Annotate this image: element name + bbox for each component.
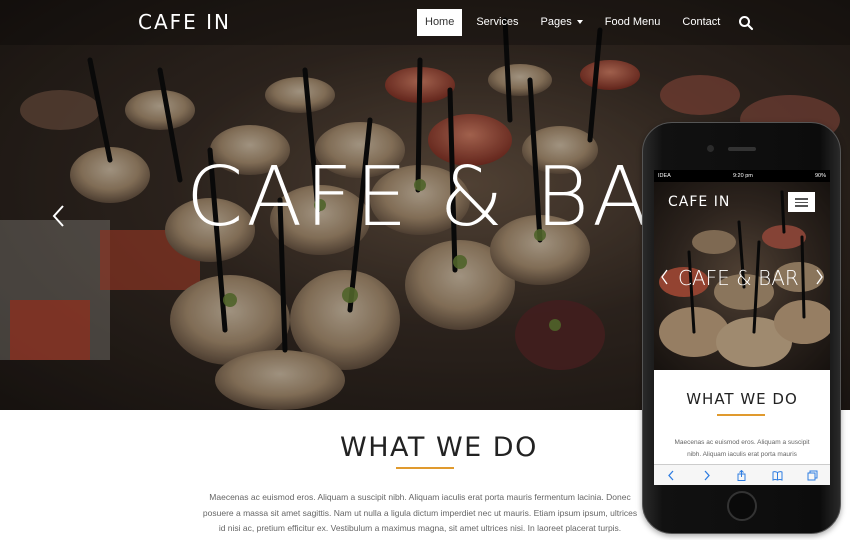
nav-home[interactable]: Home <box>417 9 463 36</box>
phone-home-button[interactable] <box>727 491 757 521</box>
phone-speaker <box>728 147 756 151</box>
section-description: Maecenas ac euismod eros. Aliquam a susc… <box>190 490 650 537</box>
nav-pages[interactable]: Pages <box>533 9 591 36</box>
hero-title: CAFE & BAR <box>186 150 712 245</box>
mobile-section-description: Maecenas ac euismod eros. Aliquam a susc… <box>654 437 830 461</box>
top-navbar: CAFE IN Home Services Pages Food Menu Co… <box>0 0 850 45</box>
share-icon[interactable] <box>736 469 747 481</box>
mobile-brand-logo[interactable]: CAFE IN <box>668 194 730 210</box>
section-title: WHAT WE DO <box>340 432 538 463</box>
status-battery: 90% <box>814 173 826 179</box>
forward-icon[interactable] <box>701 470 712 481</box>
hamburger-icon[interactable] <box>788 192 815 212</box>
phone-mockup: IDEA 9:20 pm 90% CAFE IN CAFE & BAR WHAT… <box>642 122 841 534</box>
mobile-description-line: nibh. Aliquam iaculis erat porta mauris <box>687 451 797 458</box>
chevron-right-icon[interactable] <box>815 269 824 285</box>
search-icon[interactable] <box>738 15 754 31</box>
caret-down-icon <box>576 20 583 25</box>
description-line: Maecenas ac euismod eros. Aliquam a susc… <box>209 492 631 502</box>
nav-pages-label: Pages <box>540 16 572 28</box>
chevron-left-icon[interactable] <box>660 269 669 285</box>
description-line: posuere a massa sit amet sagittis. Nam u… <box>202 507 638 518</box>
description-line: id nisi ac, pretium efficitur ex. Vestib… <box>218 523 622 533</box>
back-icon[interactable] <box>666 470 677 481</box>
chevron-left-icon[interactable] <box>50 204 68 228</box>
section-divider <box>396 467 454 469</box>
nav-food-menu[interactable]: Food Menu <box>597 9 669 36</box>
mobile-hero-title: CAFE & BAR <box>678 266 799 290</box>
mobile-section-title: WHAT WE DO <box>686 390 798 408</box>
nav-contact[interactable]: Contact <box>674 9 728 36</box>
phone-status-bar: IDEA 9:20 pm 90% <box>654 170 830 182</box>
status-carrier: IDEA <box>658 173 671 179</box>
mobile-hero: CAFE IN CAFE & BAR <box>654 182 830 370</box>
mobile-section-divider <box>717 414 765 416</box>
nav-services[interactable]: Services <box>468 9 526 36</box>
mobile-description-line: Maecenas ac euismod eros. Aliquam a susc… <box>674 439 810 446</box>
phone-screen: IDEA 9:20 pm 90% CAFE IN CAFE & BAR WHAT… <box>654 170 830 485</box>
tabs-icon[interactable] <box>807 470 818 481</box>
main-nav: Home Services Pages Food Menu Contact <box>417 9 754 36</box>
status-time: 9:20 pm <box>732 173 753 179</box>
brand-logo[interactable]: CAFE IN <box>138 10 231 34</box>
mobile-browser-toolbar <box>654 464 830 485</box>
phone-camera <box>707 145 714 152</box>
bookmarks-icon[interactable] <box>772 470 783 481</box>
